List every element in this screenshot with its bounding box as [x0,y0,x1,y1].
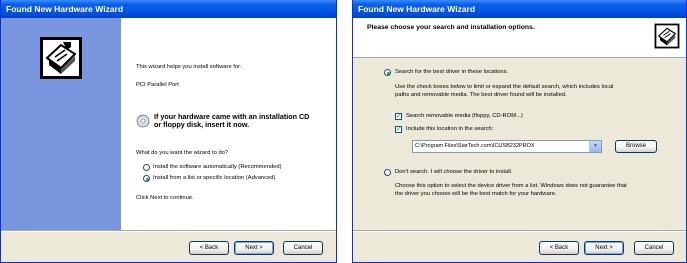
wizard-window-search-options: Found New Hardware Wizard Please choose … [352,0,687,263]
dont-search-radio[interactable] [384,169,391,176]
search-path-combobox[interactable]: C:\Program Files\StarTech.com\ICUSB232PR… [412,140,602,153]
cd-icon [136,114,150,128]
wizard-banner [1,18,121,230]
question-text: What do you want the wizard to do? [136,150,229,156]
install-from-list-radio[interactable] [143,175,150,182]
search-best-driver-label[interactable]: Search for the best driver in these loca… [395,69,508,75]
wizard-content: This wizard helps you install software f… [121,18,336,230]
next-button[interactable]: Next > [234,241,274,255]
dont-search-description-line1: Choose this option to select the device … [395,183,627,189]
search-description-line1: Use the check boxes below to limit or ex… [395,84,614,90]
cd-prompt-line2: or floppy disk, insert it now. [154,120,250,129]
include-location-checkbox[interactable]: ✓ [395,126,402,133]
wizard-header: Please choose your search and installati… [353,18,686,58]
dont-search-description-line2: the driver you choose will be the best m… [395,191,557,197]
install-automatically-radio[interactable] [143,164,150,171]
divider [353,230,686,232]
search-removable-checkbox[interactable]: ✓ [395,113,402,120]
title-bar: Found New Hardware Wizard [353,0,686,18]
device-name: PCI Parallel Port [136,82,179,88]
install-from-list-label[interactable]: Install from a list or specific location… [153,175,275,181]
hardware-wizard-icon [40,37,82,79]
page-heading: Please choose your search and installati… [367,24,535,31]
hardware-wizard-icon [654,23,680,49]
search-description-line2: paths and removable media. The best driv… [395,92,567,98]
include-location-label[interactable]: Include this location in the search: [406,126,493,132]
cancel-button[interactable]: Cancel [283,241,323,255]
intro-text: This wizard helps you install software f… [136,64,242,70]
footer-hint: Click Next to continue. [136,195,194,201]
window-title: Found New Hardware Wizard [358,4,476,14]
next-button[interactable]: Next > [584,241,624,255]
install-automatically-label[interactable]: Install the software automatically (Reco… [153,164,282,170]
chevron-down-icon[interactable]: ▼ [589,141,601,152]
back-button[interactable]: < Back [189,241,229,255]
title-bar: Found New Hardware Wizard [1,0,336,18]
wizard-window-welcome: Found New Hardware Wizard This wizard he… [0,0,337,263]
search-best-driver-radio[interactable] [384,69,391,76]
divider [1,230,336,232]
back-button[interactable]: < Back [539,241,579,255]
search-removable-label[interactable]: Search removable media (floppy, CD-ROM..… [406,113,523,119]
cancel-button[interactable]: Cancel [634,241,674,255]
search-path-value[interactable]: C:\Program Files\StarTech.com\ICUSB232PR… [415,143,535,149]
browse-button[interactable]: Browse [615,140,657,153]
window-title: Found New Hardware Wizard [6,4,124,14]
dont-search-label[interactable]: Don't search. I will choose the driver t… [395,169,512,175]
